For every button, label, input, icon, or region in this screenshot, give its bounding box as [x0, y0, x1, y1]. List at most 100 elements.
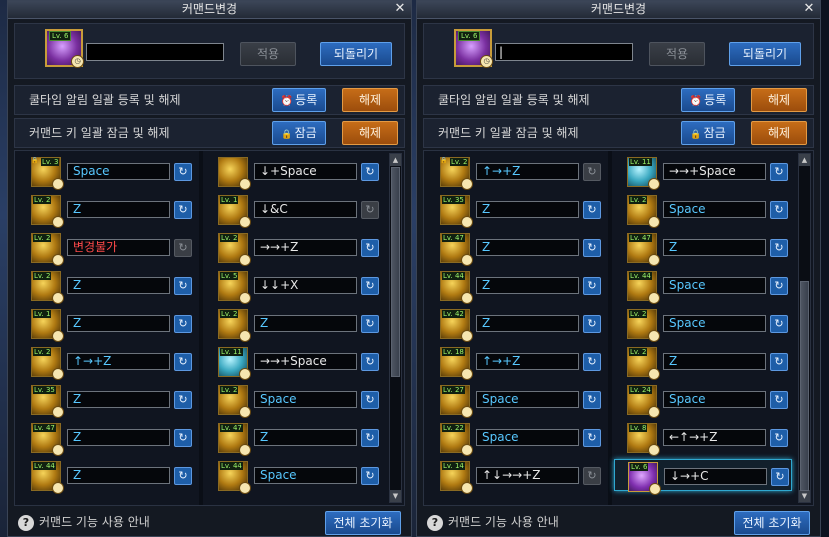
command-key-field[interactable]: Z: [67, 277, 170, 294]
skill-icon[interactable]: [218, 157, 251, 190]
reset-command-icon[interactable]: ↻: [583, 163, 601, 181]
command-key-field[interactable]: Z: [663, 239, 766, 256]
scroll-up-arrow[interactable]: ▲: [390, 154, 401, 166]
skill-icon[interactable]: Lv. 14: [440, 461, 473, 494]
name-input[interactable]: |: [495, 43, 633, 61]
revert-button[interactable]: 되돌리기: [729, 42, 801, 66]
skill-icon[interactable]: Lv. 1: [31, 309, 64, 342]
command-key-field[interactable]: →→+Space: [254, 353, 357, 370]
scrollbar[interactable]: ▲ ▼: [389, 153, 402, 503]
reset-command-icon[interactable]: ↻: [361, 391, 379, 409]
revert-button[interactable]: 되돌리기: [320, 42, 392, 66]
command-key-field[interactable]: ←↑→+Z: [663, 429, 766, 446]
command-key-field[interactable]: →→+Z: [254, 239, 357, 256]
skill-icon[interactable]: Lv. 2: [31, 195, 64, 228]
command-key-field[interactable]: Z: [476, 239, 579, 256]
scroll-up-arrow[interactable]: ▲: [799, 154, 810, 166]
reset-command-icon[interactable]: ↻: [770, 277, 788, 295]
reset-command-icon[interactable]: ↻: [583, 467, 601, 485]
skill-icon[interactable]: Lv. 2: [218, 233, 251, 266]
command-key-field[interactable]: →→+Space: [663, 163, 766, 180]
skill-icon[interactable]: Lv. 8: [627, 423, 660, 456]
skill-icon[interactable]: Lv. 44: [31, 461, 64, 494]
command-key-field[interactable]: ↓↓+X: [254, 277, 357, 294]
register-alarm-button[interactable]: ⏰ 등록: [272, 88, 326, 112]
command-key-field[interactable]: ↓+Space: [254, 163, 357, 180]
reset-command-icon[interactable]: ↻: [174, 467, 192, 485]
help-icon[interactable]: ?: [427, 515, 443, 531]
command-key-field[interactable]: Space: [663, 277, 766, 294]
skill-icon[interactable]: Lv. 2: [31, 271, 64, 304]
skill-icon[interactable]: Lv. 22: [440, 423, 473, 456]
skill-icon[interactable]: Lv. 2: [31, 233, 64, 266]
scroll-thumb[interactable]: [391, 167, 400, 377]
command-key-field[interactable]: Z: [67, 467, 170, 484]
command-key-field[interactable]: Space: [476, 391, 579, 408]
reset-command-icon[interactable]: ↻: [361, 467, 379, 485]
skill-icon[interactable]: Lv. 2: [218, 385, 251, 418]
skill-icon[interactable]: Lv. 11: [218, 347, 251, 380]
skill-icon[interactable]: 🔒 Lv. 2: [440, 157, 473, 190]
skill-icon[interactable]: 🔒 Lv. 3: [31, 157, 64, 190]
close-icon[interactable]: ✕: [393, 1, 407, 18]
skill-icon[interactable]: Lv. 35: [31, 385, 64, 418]
help-link[interactable]: 커맨드 기능 사용 안내: [448, 512, 559, 532]
skill-icon[interactable]: Lv. 6: [628, 462, 661, 495]
skill-icon[interactable]: Lv. 35: [440, 195, 473, 228]
help-link[interactable]: 커맨드 기능 사용 안내: [39, 512, 150, 532]
command-key-field[interactable]: Z: [67, 315, 170, 332]
scroll-down-arrow[interactable]: ▼: [390, 490, 401, 502]
reset-command-icon[interactable]: ↻: [583, 315, 601, 333]
skill-icon[interactable]: Lv. 2: [627, 347, 660, 380]
skill-icon[interactable]: Lv. 47: [218, 423, 251, 456]
skill-icon[interactable]: Lv. 2: [627, 195, 660, 228]
command-key-field[interactable]: Z: [476, 201, 579, 218]
reset-command-icon[interactable]: ↻: [583, 429, 601, 447]
skill-icon[interactable]: Lv. 2: [218, 309, 251, 342]
skill-icon[interactable]: Lv. 47: [31, 423, 64, 456]
skill-icon[interactable]: Lv. 42: [440, 309, 473, 342]
command-key-field[interactable]: 변경불가: [67, 239, 170, 256]
scroll-thumb[interactable]: [800, 281, 809, 491]
command-key-field[interactable]: Z: [254, 315, 357, 332]
reset-command-icon[interactable]: ↻: [361, 163, 379, 181]
scrollbar[interactable]: ▲ ▼: [798, 153, 811, 503]
reset-command-icon[interactable]: ↻: [174, 391, 192, 409]
reset-command-icon[interactable]: ↻: [770, 391, 788, 409]
reset-command-icon[interactable]: ↻: [174, 277, 192, 295]
command-key-field[interactable]: ↑↓→→+Z: [476, 467, 579, 484]
lock-all-button[interactable]: 🔒 잠금: [681, 121, 735, 145]
command-key-field[interactable]: Space: [254, 467, 357, 484]
reset-command-icon[interactable]: ↻: [770, 315, 788, 333]
name-input[interactable]: [86, 43, 224, 61]
command-key-field[interactable]: Z: [476, 315, 579, 332]
command-key-field[interactable]: Space: [663, 201, 766, 218]
command-key-field[interactable]: Space: [67, 163, 170, 180]
skill-icon[interactable]: Lv. 5: [218, 271, 251, 304]
reset-command-icon[interactable]: ↻: [361, 201, 379, 219]
title-bar[interactable]: 커맨드변경 ✕: [417, 1, 820, 19]
skill-icon[interactable]: Lv. 47: [627, 233, 660, 266]
reset-command-icon[interactable]: ↻: [770, 201, 788, 219]
reset-command-icon[interactable]: ↻: [174, 315, 192, 333]
reset-command-icon[interactable]: ↻: [361, 239, 379, 257]
skill-icon[interactable]: Lv. 47: [440, 233, 473, 266]
reset-all-button[interactable]: 전체 초기화: [734, 511, 810, 535]
help-icon[interactable]: ?: [18, 515, 34, 531]
reset-command-icon[interactable]: ↻: [361, 353, 379, 371]
lock-all-button[interactable]: 🔒 잠금: [272, 121, 326, 145]
reset-command-icon[interactable]: ↻: [174, 429, 192, 447]
reset-command-icon[interactable]: ↻: [583, 277, 601, 295]
command-key-field[interactable]: ↑→+Z: [67, 353, 170, 370]
skill-icon[interactable]: Lv. 2: [31, 347, 64, 380]
reset-command-icon[interactable]: ↻: [583, 201, 601, 219]
command-key-field[interactable]: Z: [67, 201, 170, 218]
skill-icon[interactable]: Lv. 1: [218, 195, 251, 228]
register-alarm-button[interactable]: ⏰ 등록: [681, 88, 735, 112]
command-key-field[interactable]: Z: [67, 391, 170, 408]
apply-button[interactable]: 적용: [240, 42, 296, 66]
command-key-field[interactable]: Z: [254, 429, 357, 446]
skill-icon[interactable]: Lv. 2: [627, 309, 660, 342]
reset-command-icon[interactable]: ↻: [361, 315, 379, 333]
unlock-all-button[interactable]: 해제: [342, 121, 398, 145]
